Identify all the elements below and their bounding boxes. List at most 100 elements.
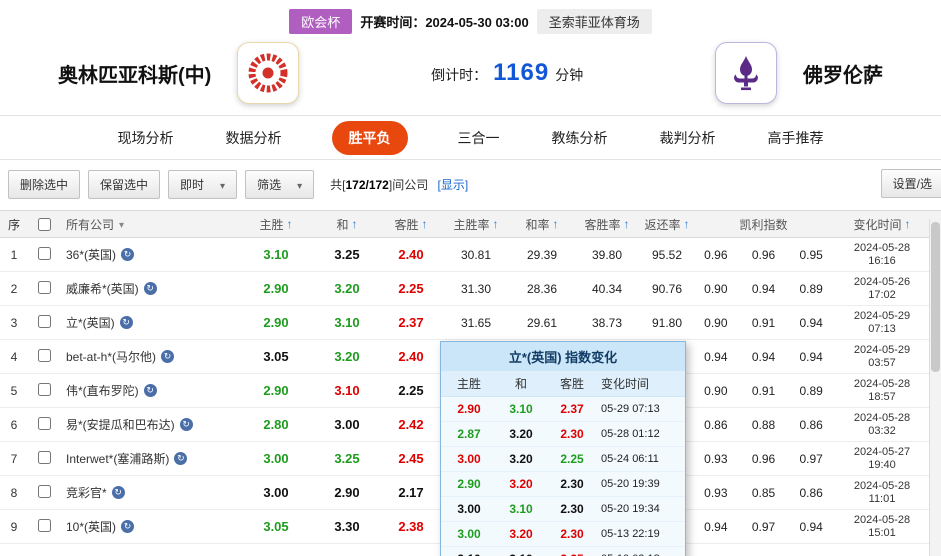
count-prefix: 共[ [330, 178, 346, 192]
countdown: 倒计时： 1169 分钟 [431, 59, 583, 87]
odds-history-icon[interactable] [179, 418, 193, 431]
draw-odds[interactable]: 2.90 [312, 485, 382, 500]
draw-odds[interactable]: 3.20 [312, 349, 382, 364]
home-odds[interactable]: 2.90 [240, 315, 312, 330]
odds-history-icon[interactable] [111, 486, 125, 499]
odds-history-icon[interactable] [161, 350, 175, 363]
league-badge: 欧会杯 [289, 9, 353, 34]
draw-odds[interactable]: 3.00 [312, 417, 382, 432]
away-odds[interactable]: 2.40 [382, 247, 440, 262]
company-cell[interactable]: 36*(英国) [60, 246, 240, 263]
scrollbar-thumb[interactable] [931, 222, 940, 372]
row-seq: 4 [10, 349, 18, 364]
draw-odds[interactable]: 3.30 [312, 519, 382, 534]
odds-history-icon[interactable] [143, 282, 157, 295]
kelly-value: 0.97 [751, 519, 776, 534]
delete-selected-button[interactable]: 删除选中 [8, 170, 81, 199]
header-draw-odds[interactable]: 和 [312, 216, 382, 233]
company-cell[interactable]: 10*(英国) [60, 518, 240, 535]
away-odds[interactable]: 2.42 [382, 417, 440, 432]
away-odds[interactable]: 2.45 [382, 451, 440, 466]
sort-asc-icon [422, 217, 428, 231]
odds-history-icon[interactable] [143, 384, 157, 397]
popup-draw-odds: 3.20 [509, 527, 533, 541]
show-link[interactable]: [显示] [438, 178, 469, 192]
home-odds[interactable]: 3.05 [240, 349, 312, 364]
home-odds[interactable]: 3.05 [240, 519, 312, 534]
kelly-value: 0.91 [751, 383, 776, 398]
nav-tab[interactable]: 数据分析 [224, 122, 284, 154]
away-odds[interactable]: 2.25 [382, 383, 440, 398]
row-checkbox-cell [28, 484, 60, 501]
header-home-rate[interactable]: 主胜率 [440, 216, 512, 233]
header-draw-rate[interactable]: 和率 [512, 216, 572, 233]
nav-tab[interactable]: 高手推荐 [766, 122, 826, 154]
draw-odds[interactable]: 3.10 [312, 383, 382, 398]
home-odds[interactable]: 3.00 [240, 485, 312, 500]
time-filter-dropdown[interactable]: 即时 [168, 170, 238, 199]
row-seq: 8 [10, 485, 18, 500]
row-checkbox[interactable] [37, 518, 51, 532]
company-cell[interactable]: 立*(英国) [60, 314, 240, 331]
nav-tab[interactable]: 现场分析 [116, 122, 176, 154]
company-cell[interactable]: 威廉希*(英国) [60, 280, 240, 297]
change-time-cell: 2024-05-28 16:16 [835, 242, 929, 268]
company-cell[interactable]: bet-at-h*(马尔他) [60, 348, 240, 365]
header-payout-rate[interactable]: 返还率 [642, 216, 692, 233]
home-odds[interactable]: 2.80 [240, 417, 312, 432]
home-odds[interactable]: 2.90 [240, 281, 312, 296]
nav-tab[interactable]: 胜平负 [331, 120, 408, 155]
home-odds[interactable]: 3.10 [240, 247, 312, 262]
header-draw-rate-label: 和率 [525, 217, 550, 232]
away-odds[interactable]: 2.25 [382, 281, 440, 296]
header-change-time[interactable]: 变化时间 [835, 216, 929, 233]
away-odds[interactable]: 2.17 [382, 485, 440, 500]
odds-history-icon[interactable] [121, 520, 135, 533]
settings-button[interactable]: 设置/选 [880, 169, 941, 198]
odds-history-icon[interactable] [121, 248, 135, 261]
company-cell[interactable]: 竞彩官* [60, 484, 240, 501]
popup-row: 3.00 3.20 2.30 05-13 22:19 [441, 522, 685, 547]
row-checkbox[interactable] [37, 382, 51, 396]
draw-odds[interactable]: 3.25 [312, 451, 382, 466]
keep-selected-button[interactable]: 保留选中 [88, 170, 161, 199]
row-checkbox[interactable] [37, 314, 51, 328]
filter-dropdown[interactable]: 筛选 [245, 170, 315, 199]
select-all-checkbox[interactable] [37, 217, 51, 231]
draw-odds[interactable]: 3.20 [312, 281, 382, 296]
change-date: 2024-05-26 [853, 275, 911, 288]
home-odds[interactable]: 2.90 [240, 383, 312, 398]
vertical-scrollbar[interactable] [929, 219, 941, 556]
change-hm: 19:40 [868, 458, 896, 471]
row-checkbox[interactable] [37, 348, 51, 362]
odds-history-icon[interactable] [119, 316, 133, 329]
row-checkbox[interactable] [37, 280, 51, 294]
odds-history-icon[interactable] [174, 452, 188, 465]
header-away-odds[interactable]: 客胜 [382, 216, 440, 233]
away-odds[interactable]: 2.38 [382, 519, 440, 534]
header-company[interactable]: 所有公司 [60, 216, 240, 233]
home-odds[interactable]: 3.00 [240, 451, 312, 466]
nav-tab[interactable]: 教练分析 [550, 122, 610, 154]
nav-tab[interactable]: 三合一 [456, 122, 502, 154]
header-away-rate[interactable]: 客胜率 [572, 216, 642, 233]
row-checkbox[interactable] [37, 416, 51, 430]
row-checkbox[interactable] [37, 246, 51, 260]
header-home-odds[interactable]: 主胜 [240, 216, 312, 233]
away-odds[interactable]: 2.37 [382, 315, 440, 330]
nav-tab[interactable]: 裁判分析 [658, 122, 718, 154]
change-hm: 11:01 [868, 492, 896, 505]
popup-draw-odds: 3.10 [509, 402, 533, 416]
draw-odds[interactable]: 3.25 [312, 247, 382, 262]
company-cell[interactable]: 易*(安提瓜和巴布达) [60, 416, 240, 433]
company-cell[interactable]: 伟*(直布罗陀) [60, 382, 240, 399]
away-odds[interactable]: 2.40 [382, 349, 440, 364]
row-checkbox[interactable] [37, 484, 51, 498]
row-checkbox-cell [28, 246, 60, 263]
draw-odds[interactable]: 3.10 [312, 315, 382, 330]
row-checkbox[interactable] [37, 450, 51, 464]
change-hm: 15:01 [868, 526, 896, 539]
row-checkbox-cell [28, 314, 60, 331]
company-filter-caret-icon[interactable] [119, 217, 124, 231]
company-cell[interactable]: Interwet*(塞浦路斯) [60, 450, 240, 467]
